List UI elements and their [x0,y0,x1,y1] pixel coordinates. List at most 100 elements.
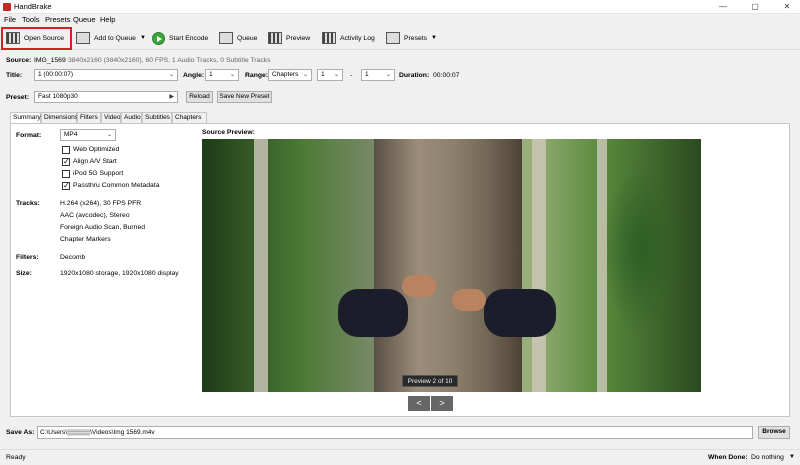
preview-counter: Preview 2 of 10 [402,375,458,387]
angle-select[interactable]: 1 ⌄ [205,69,239,81]
range-end-select[interactable]: 1 ⌄ [361,69,395,81]
preview-image [202,139,701,392]
background-tree [597,139,607,392]
left-hand [402,275,436,297]
menu-help[interactable]: Help [100,15,115,24]
chevron-down-icon[interactable]: ▼ [140,35,146,41]
align-av-label: Align A/V Start [73,158,117,165]
duration-label: Duration: [399,72,430,79]
tree-trunk [374,139,522,392]
tab-chapters[interactable]: Chapters [172,112,207,123]
format-select[interactable]: MP4 ⌄ [60,129,116,141]
previous-preview-button[interactable]: < [408,396,430,411]
start-encode-label: Start Encode [169,34,209,42]
menu-file[interactable]: File [4,15,16,24]
right-hand [452,289,486,311]
filters-label: Filters: [16,254,39,261]
chevron-down-icon: ⌄ [168,72,174,78]
save-as-input[interactable] [37,426,753,439]
presets-icon [386,32,400,44]
queue-label: Queue [237,34,258,42]
track-item: AAC (avcodec), Stereo [60,212,130,219]
range-start-select[interactable]: 1 ⌄ [317,69,343,81]
tab-filters[interactable]: Filters [77,112,101,123]
save-as-label: Save As: [6,429,35,436]
web-optimized-checkbox[interactable] [62,146,70,154]
handbrake-icon [3,3,11,11]
chevron-down-icon: ⌄ [106,132,112,138]
when-done-select[interactable]: Do nothing [751,454,784,461]
range-label: Range: [245,72,269,79]
title-value: 1 (00:00:07) [38,71,74,78]
menu-bar: File Tools Presets Queue Help [0,14,800,26]
reload-button[interactable]: Reload [186,91,213,103]
status-bar: Ready When Done: Do nothing ▼ [0,449,800,465]
size-label: Size: [16,270,32,277]
highlight-box [1,27,72,50]
ipod-checkbox[interactable] [62,170,70,178]
queue-button[interactable]: Queue [219,30,257,46]
angle-label: Angle: [183,72,205,79]
align-av-checkbox[interactable] [62,157,70,166]
title-select[interactable]: 1 (00:00:07) ⌄ [34,69,178,81]
preset-select[interactable]: Fast 1080p30 ▶ [34,91,178,103]
chevron-down-icon: ⌄ [385,72,391,78]
chevron-down-icon: ⌄ [333,72,339,78]
range-type-select[interactable]: Chapters ⌄ [268,69,312,81]
tab-subtitles[interactable]: Subtitles [142,112,172,123]
menu-queue[interactable]: Queue [73,15,96,24]
activity-log-label: Activity Log [340,34,375,42]
window-title: HandBrake [14,2,52,11]
queue-icon [219,32,233,44]
start-encode-button[interactable]: Start Encode [152,30,208,46]
preset-value: Fast 1080p30 [38,93,78,100]
play-icon [152,31,165,45]
preview-icon [268,32,282,44]
track-item: Foreign Audio Scan, Burned [60,224,146,231]
source-label: Source: [6,57,32,64]
when-done-label: When Done: [708,454,748,461]
range-type-value: Chapters [272,71,299,78]
background-tree [254,139,268,392]
chevron-down-icon: ⌄ [302,72,308,78]
filters-value: Decomb [60,254,86,261]
left-arm [338,289,408,337]
browse-button[interactable]: Browse [758,426,790,439]
background-tree [532,139,546,392]
chevron-down-icon: ▼ [431,35,437,41]
status-text: Ready [6,454,26,461]
presets-label: Presets [404,34,428,42]
save-new-preset-button[interactable]: Save New Preset [217,91,272,103]
range-end-value: 1 [365,71,369,78]
tab-dimensions[interactable]: Dimensions [41,112,78,123]
activity-log-button[interactable]: Activity Log [322,30,375,46]
close-icon[interactable]: ✕ [776,0,798,14]
passthru-metadata-label: Passthru Common Metadata [73,182,160,189]
preview-button[interactable]: Preview [268,30,310,46]
right-arm [484,289,556,337]
title-label: Title: [6,72,23,79]
chevron-down-icon[interactable]: ▼ [789,454,795,460]
track-item: Chapter Markers [60,236,111,243]
passthru-metadata-checkbox[interactable] [62,181,70,190]
menu-presets[interactable]: Presets [45,15,70,24]
menu-tools[interactable]: Tools [22,15,40,24]
toolbar: Open Source Add to Queue ▼ Start Encode … [0,26,800,50]
add-queue-icon [76,32,90,44]
maximize-icon[interactable]: ▢ [744,0,766,14]
title-bar: HandBrake — ▢ ✕ [0,0,800,14]
duration-value: 00:00:07 [433,72,460,79]
next-preview-button[interactable]: > [431,396,453,411]
tracks-label: Tracks: [16,200,40,207]
minimize-icon[interactable]: — [712,0,734,14]
tab-video[interactable]: Video [101,112,121,123]
presets-button[interactable]: Presets ▼ [386,30,437,46]
track-item: H.264 (x264), 30 FPS PFR [60,200,142,207]
ipod-label: iPod 5G Support [73,170,124,177]
preview-label: Preview [286,34,311,42]
size-value: 1920x1080 storage, 1920x1080 display [60,270,179,277]
chevron-down-icon: ⌄ [229,72,235,78]
format-value: MP4 [64,131,78,138]
add-to-queue-button[interactable]: Add to Queue ▼ [76,30,146,46]
tab-audio[interactable]: Audio [121,112,142,123]
